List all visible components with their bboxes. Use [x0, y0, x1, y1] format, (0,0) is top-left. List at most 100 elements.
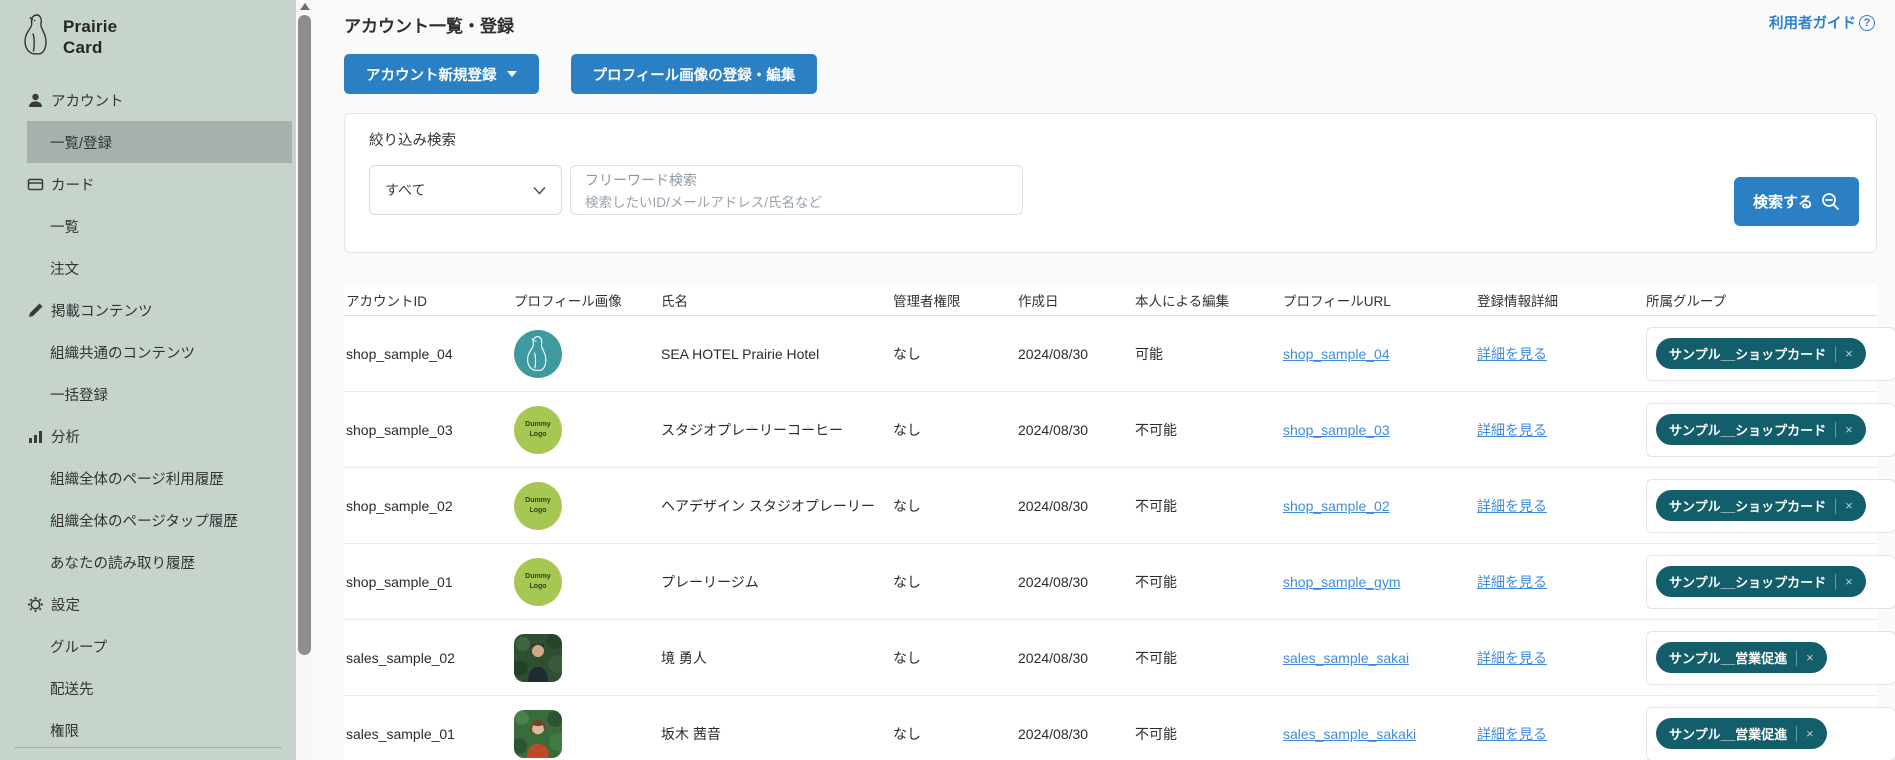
account-name: 坂木 茜音: [661, 724, 893, 744]
created-date: 2024/08/30: [1018, 650, 1135, 666]
remove-group-icon[interactable]: ×: [1845, 574, 1853, 589]
accounts-table: アカウントID プロフィール画像 氏名 管理者権限 作成日 本人による編集 プロ…: [344, 284, 1877, 760]
account-name: 境 勇人: [661, 648, 893, 668]
new-account-button[interactable]: アカウント新規登録: [344, 54, 539, 94]
avatar-photo: [514, 634, 562, 682]
col-account-id: アカウントID: [346, 290, 514, 310]
table-header-row: アカウントID プロフィール画像 氏名 管理者権限 作成日 本人による編集 プロ…: [344, 284, 1877, 316]
filter-dropdown[interactable]: すべて: [369, 165, 562, 215]
remove-group-icon[interactable]: ×: [1845, 498, 1853, 513]
group-badge: サンプル__営業促進 ×: [1656, 642, 1827, 673]
sidebar-section-account[interactable]: アカウント: [0, 79, 296, 121]
self-edit: 不可能: [1135, 648, 1283, 668]
profile-url-link[interactable]: sales_sample_sakaki: [1283, 726, 1416, 742]
avatar: DummyLogo: [514, 406, 562, 454]
profile-url-link[interactable]: shop_sample_02: [1283, 498, 1390, 514]
sidebar-item-card-orders[interactable]: 注文: [0, 247, 296, 289]
profile-url-link[interactable]: shop_sample_03: [1283, 422, 1390, 438]
created-date: 2024/08/30: [1018, 346, 1135, 362]
sidebar: PrairieCard アカウント 一覧/登録 カード 一覧 注文: [0, 0, 296, 760]
details-link[interactable]: 詳細を見る: [1477, 422, 1547, 438]
sidebar-item-card-list[interactable]: 一覧: [0, 205, 296, 247]
scroll-up-arrow-icon[interactable]: [300, 3, 310, 10]
sidebar-item-groups[interactable]: グループ: [0, 625, 296, 667]
sidebar-item-shipping[interactable]: 配送先: [0, 667, 296, 709]
col-created: 作成日: [1018, 290, 1135, 310]
table-row: shop_sample_03 DummyLogo スタジオプレーリーコーヒー な…: [344, 392, 1877, 468]
remove-group-icon[interactable]: ×: [1806, 650, 1814, 665]
col-details: 登録情報詳細: [1477, 290, 1646, 310]
sidebar-section-contents[interactable]: 掲載コンテンツ: [0, 289, 296, 331]
self-edit: 不可能: [1135, 724, 1283, 744]
avatar-photo: [514, 710, 562, 758]
filter-search-panel: 絞り込み検索 すべて フリーワード検索 検索したいID/メールアドレス/氏名など…: [344, 113, 1877, 253]
created-date: 2024/08/30: [1018, 726, 1135, 742]
scrollbar-thumb[interactable]: [298, 15, 311, 655]
profile-url-link[interactable]: shop_sample_gym: [1283, 574, 1401, 590]
profile-url-link[interactable]: sales_sample_sakai: [1283, 650, 1409, 666]
account-name: スタジオプレーリーコーヒー: [661, 420, 893, 440]
remove-group-icon[interactable]: ×: [1845, 346, 1853, 361]
sidebar-item-bulk-register[interactable]: 一括登録: [0, 373, 296, 415]
self-edit: 不可能: [1135, 496, 1283, 516]
action-buttons: アカウント新規登録 プロフィール画像の登録・編集: [344, 54, 1877, 94]
created-date: 2024/08/30: [1018, 422, 1135, 438]
group-badge: サンプル__ショップカード ×: [1656, 414, 1866, 445]
details-link[interactable]: 詳細を見る: [1477, 346, 1547, 362]
admin-permission: なし: [893, 572, 1018, 592]
sidebar-item-your-scan-history[interactable]: あなたの読み取り履歴: [0, 541, 296, 583]
vertical-scrollbar[interactable]: [296, 0, 313, 760]
sidebar-item-org-page-usage[interactable]: 組織全体のページ利用履歴: [0, 457, 296, 499]
admin-permission: なし: [893, 420, 1018, 440]
card-icon: [27, 176, 44, 193]
user-guide-link[interactable]: 利用者ガイド ?: [1769, 12, 1875, 33]
col-name: 氏名: [661, 290, 893, 310]
details-link[interactable]: 詳細を見る: [1477, 650, 1547, 666]
account-id: shop_sample_01: [346, 574, 514, 590]
admin-permission: なし: [893, 648, 1018, 668]
profile-url-link[interactable]: shop_sample_04: [1283, 346, 1390, 362]
prairie-dog-logo-icon: [20, 12, 54, 63]
admin-permission: なし: [893, 496, 1018, 516]
user-icon: [27, 92, 44, 109]
sidebar-section-card[interactable]: カード: [0, 163, 296, 205]
details-link[interactable]: 詳細を見る: [1477, 726, 1547, 742]
profile-image-edit-button[interactable]: プロフィール画像の登録・編集: [571, 54, 818, 94]
admin-permission: なし: [893, 344, 1018, 364]
details-link[interactable]: 詳細を見る: [1477, 498, 1547, 514]
self-edit: 不可能: [1135, 420, 1283, 440]
brand-logo: PrairieCard: [0, 0, 296, 73]
group-badge: サンプル__ショップカード ×: [1656, 566, 1866, 597]
account-name: SEA HOTEL Prairie Hotel: [661, 346, 893, 362]
filter-search-title: 絞り込み検索: [369, 129, 1852, 150]
sidebar-section-settings[interactable]: 設定: [0, 583, 296, 625]
sidebar-section-analytics[interactable]: 分析: [0, 415, 296, 457]
help-question-icon: ?: [1859, 15, 1875, 31]
created-date: 2024/08/30: [1018, 498, 1135, 514]
account-id: sales_sample_01: [346, 726, 514, 742]
search-magnifier-icon: [1821, 192, 1840, 211]
avatar: [514, 330, 562, 378]
remove-group-icon[interactable]: ×: [1806, 726, 1814, 741]
group-badge: サンプル__営業促進 ×: [1656, 718, 1827, 749]
group-box: サンプル__営業促進 ×: [1646, 707, 1895, 760]
col-admin: 管理者権限: [893, 290, 1018, 310]
sidebar-item-shared-contents[interactable]: 組織共通のコンテンツ: [0, 331, 296, 373]
search-button[interactable]: 検索する: [1734, 177, 1859, 226]
account-id: sales_sample_02: [346, 650, 514, 666]
sidebar-item-account-list[interactable]: 一覧/登録: [27, 121, 292, 163]
sidebar-item-permissions[interactable]: 権限: [0, 709, 296, 751]
table-row: shop_sample_02 DummyLogo ヘアデザイン スタジオプレーリ…: [344, 468, 1877, 544]
account-id: shop_sample_03: [346, 422, 514, 438]
account-id: shop_sample_02: [346, 498, 514, 514]
remove-group-icon[interactable]: ×: [1845, 422, 1853, 437]
sidebar-item-org-page-taps[interactable]: 組織全体のページタップ履歴: [0, 499, 296, 541]
group-box: サンプル__ショップカード ×: [1646, 327, 1895, 381]
details-link[interactable]: 詳細を見る: [1477, 574, 1547, 590]
bar-chart-icon: [27, 428, 44, 445]
avatar: DummyLogo: [514, 482, 562, 530]
freeword-search-input[interactable]: フリーワード検索 検索したいID/メールアドレス/氏名など: [570, 165, 1023, 215]
sidebar-section-label: 分析: [51, 426, 80, 447]
page-title: アカウント一覧・登録: [344, 12, 1877, 37]
sidebar-section-label: 掲載コンテンツ: [51, 300, 153, 321]
